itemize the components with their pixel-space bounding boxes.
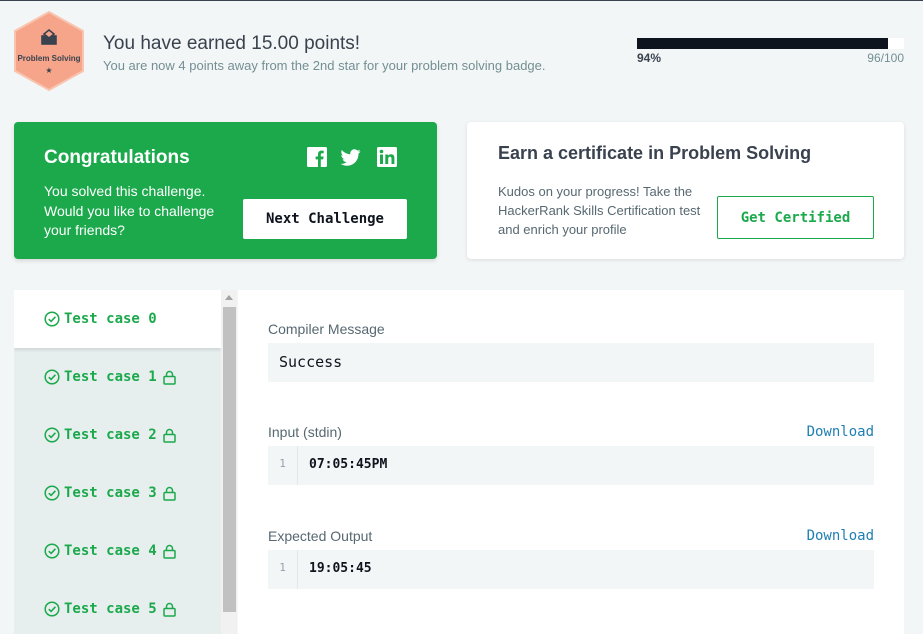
- test-case-tab-3[interactable]: Test case 3: [14, 464, 221, 522]
- test-case-tab-0[interactable]: Test case 0: [14, 290, 221, 348]
- congratulations-title: Congratulations: [44, 147, 190, 168]
- certificate-title: Earn a certificate in Problem Solving: [498, 143, 812, 163]
- progress-percent: 94%: [637, 51, 662, 65]
- expected-output-label: Expected Output: [268, 528, 373, 544]
- test-case-label: Test case 1: [64, 369, 157, 385]
- compiler-message-box: Success: [268, 343, 874, 382]
- congratulations-text: You solved this challenge. Would you lik…: [44, 183, 215, 238]
- check-circle-icon: [44, 427, 60, 443]
- lock-icon: [162, 544, 176, 559]
- line-number: 1: [268, 446, 298, 485]
- test-case-label: Test case 0: [64, 311, 157, 327]
- lock-icon: [162, 602, 176, 617]
- test-case-tab-4[interactable]: Test case 4: [14, 522, 221, 580]
- test-case-label: Test case 3: [64, 485, 157, 501]
- linkedin-icon[interactable]: [377, 147, 397, 167]
- check-circle-icon: [44, 543, 60, 559]
- badge-label: Problem Solving: [17, 54, 81, 63]
- facebook-icon[interactable]: [307, 147, 327, 167]
- expected-output-value: 19:05:45: [309, 561, 372, 576]
- badge-progress-bar: [637, 38, 904, 49]
- certificate-card: Earn a certificate in Problem Solving Ku…: [467, 122, 904, 259]
- test-case-tab-2[interactable]: Test case 2: [14, 406, 221, 464]
- certificate-text: Kudos on your progress! Take the HackerR…: [498, 184, 701, 237]
- test-case-label: Test case 2: [64, 427, 157, 443]
- problem-solving-badge: Problem Solving ★: [13, 10, 85, 92]
- badge-progress-fill: [637, 38, 888, 49]
- lock-icon: [162, 486, 176, 501]
- input-stdin-box: 1 07:05:45PM: [268, 446, 874, 485]
- input-stdin-value: 07:05:45PM: [309, 457, 388, 472]
- scroll-up-arrow-icon[interactable]: [225, 295, 233, 300]
- test-case-tab-5[interactable]: Test case 5: [14, 580, 221, 634]
- points-earned-title: You have earned 15.00 points!: [103, 33, 361, 54]
- check-circle-icon: [44, 311, 60, 327]
- get-certified-button[interactable]: Get Certified: [717, 196, 874, 239]
- test-case-sidebar: Test case 0 Test case 1 Test case 2 Test…: [14, 290, 221, 634]
- expected-output-box: 1 19:05:45: [268, 550, 874, 589]
- line-number: 1: [268, 550, 298, 589]
- points-earned-subtitle: You are now 4 points away from the 2nd s…: [103, 58, 546, 73]
- check-circle-icon: [44, 369, 60, 385]
- top-border: [0, 0, 923, 1]
- congratulations-card: Congratulations You solved this challeng…: [14, 122, 437, 259]
- compiler-message-value: Success: [279, 353, 343, 371]
- lock-icon: [162, 428, 176, 443]
- sidebar-scrollbar[interactable]: [221, 290, 237, 634]
- lock-icon: [162, 370, 176, 385]
- progress-count: 96/100: [867, 51, 904, 65]
- twitter-icon[interactable]: [341, 147, 361, 167]
- badge-star-icon: ★: [45, 66, 53, 75]
- next-challenge-button[interactable]: Next Challenge: [243, 199, 407, 239]
- input-download-link[interactable]: Download: [807, 424, 874, 440]
- test-case-label: Test case 4: [64, 543, 157, 559]
- compiler-message-label: Compiler Message: [268, 321, 385, 337]
- badge-hexagon-icon: [14, 10, 84, 92]
- scrollbar-thumb[interactable]: [223, 307, 236, 612]
- expected-output-download-link[interactable]: Download: [807, 528, 874, 544]
- check-circle-icon: [44, 485, 60, 501]
- check-circle-icon: [44, 601, 60, 617]
- input-stdin-label: Input (stdin): [268, 424, 342, 440]
- test-case-label: Test case 5: [64, 601, 157, 617]
- test-case-tab-1[interactable]: Test case 1: [14, 348, 221, 406]
- test-result-panel: Compiler Message Success Input (stdin) D…: [238, 290, 904, 634]
